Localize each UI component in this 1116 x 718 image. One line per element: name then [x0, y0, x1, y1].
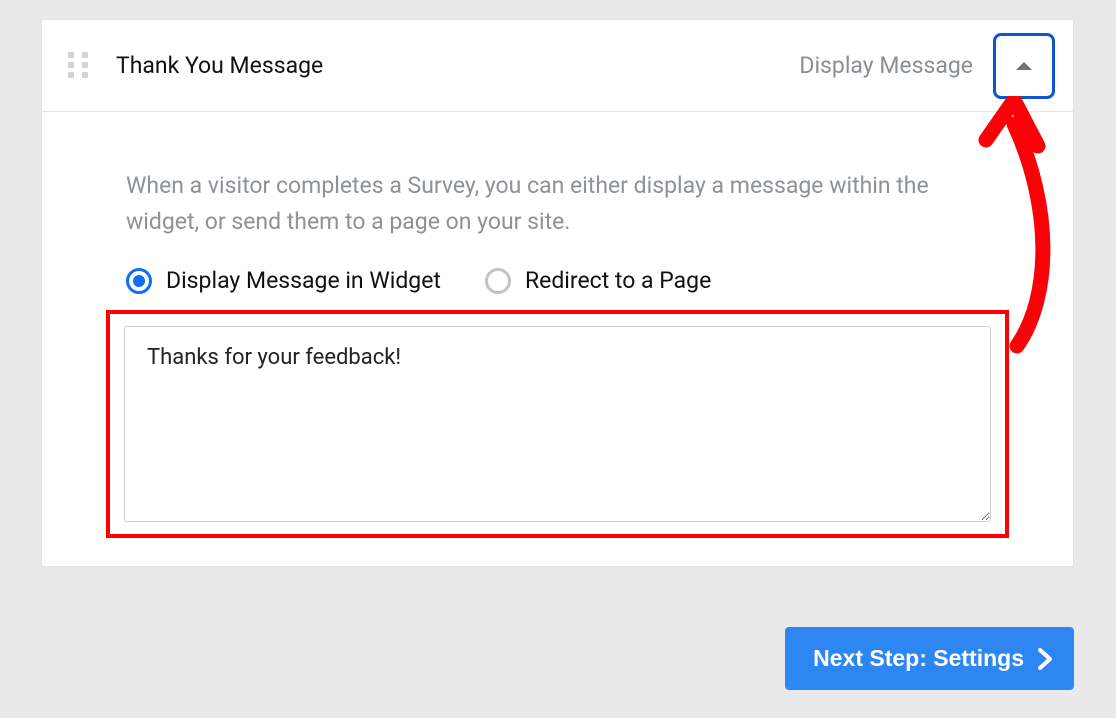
chevron-right-icon [1038, 648, 1052, 670]
radio-unchecked-icon [485, 268, 511, 294]
radio-redirect-to-page[interactable]: Redirect to a Page [485, 267, 711, 294]
radio-label: Display Message in Widget [166, 267, 441, 294]
collapse-toggle-button[interactable] [993, 33, 1055, 99]
radio-label: Redirect to a Page [525, 267, 711, 294]
drag-handle-icon[interactable] [68, 52, 88, 80]
thank-you-message-panel: Thank You Message Display Message When a… [41, 19, 1074, 567]
panel-body: When a visitor completes a Survey, you c… [42, 112, 1073, 566]
radio-checked-icon [126, 268, 152, 294]
panel-description: When a visitor completes a Survey, you c… [126, 168, 989, 239]
panel-header: Thank You Message Display Message [42, 20, 1073, 112]
thank-you-message-textarea[interactable] [124, 326, 991, 522]
message-textarea-highlight [106, 310, 1009, 538]
next-step-button[interactable]: Next Step: Settings [785, 627, 1074, 690]
radio-display-in-widget[interactable]: Display Message in Widget [126, 267, 441, 294]
panel-title: Thank You Message [116, 52, 799, 79]
next-step-label: Next Step: Settings [813, 645, 1024, 672]
display-option-group: Display Message in Widget Redirect to a … [126, 267, 989, 294]
panel-summary: Display Message [799, 52, 973, 79]
chevron-up-icon [1015, 60, 1033, 72]
